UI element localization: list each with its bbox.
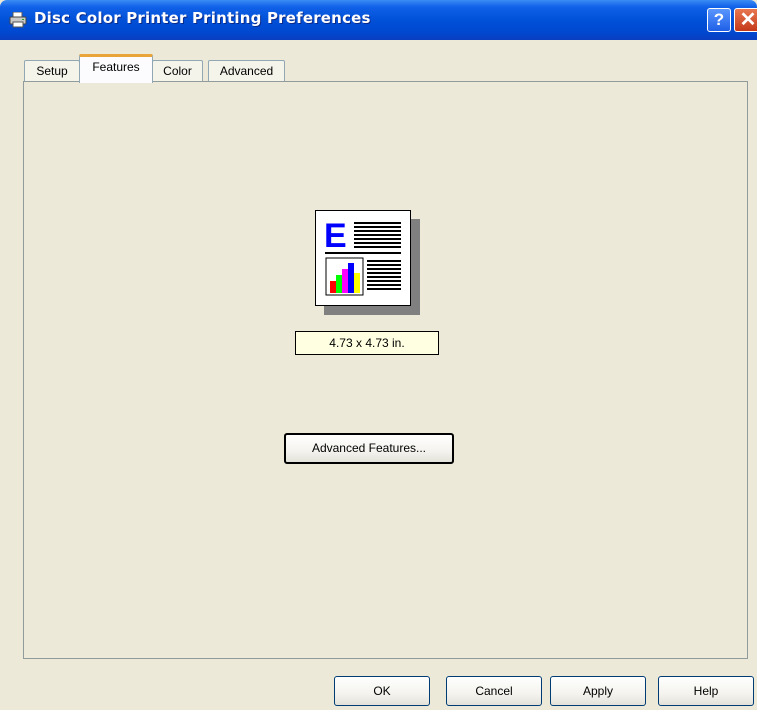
help-title-button[interactable]: ?: [707, 8, 731, 32]
apply-button[interactable]: Apply: [550, 676, 646, 706]
tab-color[interactable]: Color: [152, 60, 203, 82]
advanced-features-button[interactable]: Advanced Features...: [284, 433, 454, 464]
tab-advanced[interactable]: Advanced: [208, 60, 285, 82]
cancel-button[interactable]: Cancel: [446, 676, 542, 706]
preview-letter: E: [324, 217, 347, 255]
help-button[interactable]: Help: [658, 676, 754, 706]
close-button[interactable]: ✕: [734, 8, 757, 32]
title-bar[interactable]: Disc Color Printer Printing Preferences …: [0, 0, 757, 40]
ok-button[interactable]: OK: [334, 676, 430, 706]
document-preview-icon: E: [315, 210, 411, 306]
paper-size-label: 4.73 x 4.73 in.: [295, 331, 439, 355]
printer-icon: [9, 11, 27, 28]
tab-setup[interactable]: Setup: [24, 60, 80, 82]
window-title: Disc Color Printer Printing Preferences: [34, 9, 371, 27]
features-panel: [23, 81, 748, 659]
tab-features[interactable]: Features: [79, 54, 153, 83]
